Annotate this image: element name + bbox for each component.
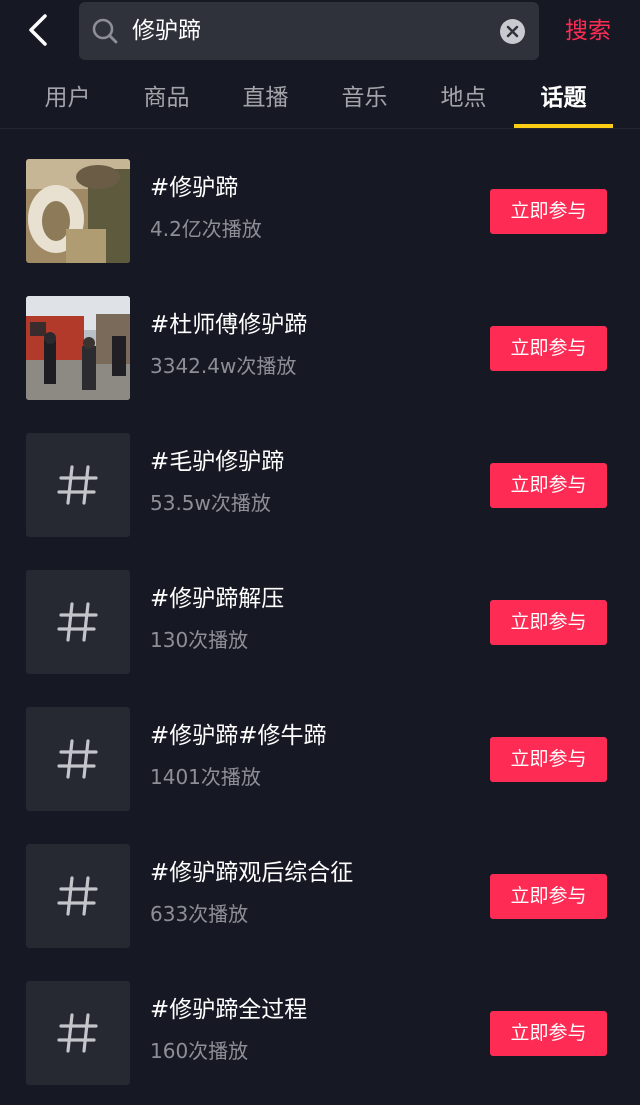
tab-music[interactable]: 音乐: [315, 68, 414, 128]
search-icon: [92, 18, 118, 44]
tab-products[interactable]: 商品: [117, 68, 216, 128]
list-item[interactable]: #杜师傅修驴蹄 3342.4w次播放 立即参与: [0, 265, 640, 402]
topic-title: #毛驴修驴蹄: [150, 449, 285, 475]
photo-street: [26, 296, 130, 400]
tab-topics[interactable]: 话题: [514, 68, 613, 128]
top-bar: 修驴蹄 搜索: [0, 0, 640, 64]
chevron-left-icon: [29, 14, 47, 46]
topic-title: #修驴蹄: [150, 175, 239, 201]
list-item[interactable]: #修驴蹄#修牛蹄 1401次播放 立即参与: [0, 676, 640, 813]
topic-play-count: 3342.4w次播放: [150, 354, 297, 378]
topic-play-count: 4.2亿次播放: [150, 217, 262, 241]
join-button[interactable]: 立即参与: [490, 326, 607, 371]
topic-title: #修驴蹄解压: [150, 586, 285, 612]
topic-thumbnail: [26, 844, 130, 948]
topic-title: #杜师傅修驴蹄: [150, 312, 308, 338]
list-item[interactable]: #修驴蹄全过程 160次播放 立即参与: [0, 950, 640, 1087]
topic-play-count: 53.5w次播放: [150, 491, 271, 515]
back-button[interactable]: [18, 10, 58, 50]
list-item[interactable]: #修驴蹄 4.2亿次播放 立即参与: [0, 128, 640, 265]
hashtag-icon: [26, 570, 130, 674]
topic-thumbnail: [26, 296, 130, 400]
search-query: 修驴蹄: [132, 18, 201, 44]
list-item[interactable]: #修驴蹄解压 130次播放 立即参与: [0, 539, 640, 676]
photo-hoof: [26, 159, 130, 263]
tab-live[interactable]: 直播: [216, 68, 315, 128]
topic-play-count: 633次播放: [150, 902, 249, 926]
topic-play-count: 160次播放: [150, 1039, 249, 1063]
join-button[interactable]: 立即参与: [490, 874, 607, 919]
join-button[interactable]: 立即参与: [490, 189, 607, 234]
topic-title: #修驴蹄全过程: [150, 997, 308, 1023]
topic-thumbnail: [26, 707, 130, 811]
join-button[interactable]: 立即参与: [490, 600, 607, 645]
topic-title: #修驴蹄观后综合征: [150, 860, 354, 886]
topic-thumbnail: [26, 159, 130, 263]
search-input[interactable]: 修驴蹄: [79, 2, 539, 60]
clear-icon[interactable]: [500, 19, 525, 44]
topic-play-count: 1401次播放: [150, 765, 261, 789]
hashtag-icon: [26, 707, 130, 811]
topic-title: #修驴蹄#修牛蹄: [150, 723, 327, 749]
list-item[interactable]: #毛驴修驴蹄 53.5w次播放 立即参与: [0, 402, 640, 539]
search-button[interactable]: 搜索: [565, 8, 611, 54]
list-item[interactable]: #修驴蹄观后综合征 633次播放 立即参与: [0, 813, 640, 950]
topic-thumbnail: [26, 981, 130, 1085]
tab-users[interactable]: 用户: [18, 68, 117, 128]
join-button[interactable]: 立即参与: [490, 463, 607, 508]
category-tabs: 用户 商品 直播 音乐 地点 话题: [0, 68, 640, 129]
topic-thumbnail: [26, 433, 130, 537]
topic-play-count: 130次播放: [150, 628, 249, 652]
tab-places[interactable]: 地点: [414, 68, 513, 128]
hashtag-icon: [26, 844, 130, 948]
topic-thumbnail: [26, 570, 130, 674]
hashtag-icon: [26, 433, 130, 537]
join-button[interactable]: 立即参与: [490, 737, 607, 782]
hashtag-icon: [26, 981, 130, 1085]
join-button[interactable]: 立即参与: [490, 1011, 607, 1056]
